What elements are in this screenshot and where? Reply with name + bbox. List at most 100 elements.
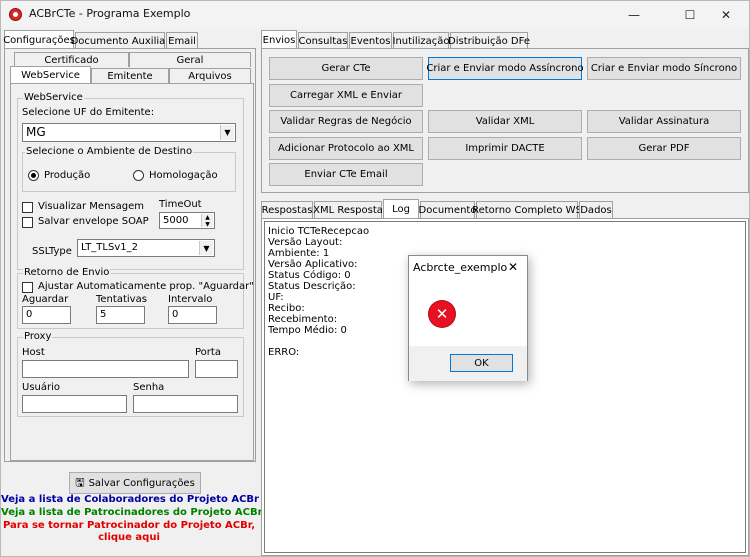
usuario-label: Usuário (22, 382, 61, 393)
log-line: Status Descrição: (268, 281, 356, 292)
timeout-input[interactable]: 5000 ▲ ▼ (159, 212, 215, 229)
ajustar-label: Ajustar Automaticamente prop. "Aguardar" (38, 281, 254, 292)
tab-eventos[interactable]: Eventos (349, 32, 392, 49)
patrocinadores-link[interactable]: Veja a lista de Patrocinadores do Projet… (1, 507, 263, 518)
tornar-patrocinador-link[interactable]: Para se tornar Patrocinador do Projeto A… (1, 520, 257, 531)
carregar-xml-enviar-button[interactable]: Carregar XML e Enviar (269, 84, 423, 107)
log-line: Versão Layout: (268, 237, 343, 248)
log-line: Status Código: 0 (268, 270, 351, 281)
main-window: ACBrCTe - Programa Exemplo — ☐ ✕ Configu… (0, 0, 750, 557)
minimize-button[interactable]: — (611, 1, 657, 28)
tab-geral[interactable]: Geral (129, 52, 251, 67)
adicionar-protocolo-button[interactable]: Adicionar Protocolo ao XML (269, 137, 423, 160)
timeout-spinner[interactable]: ▲ ▼ (201, 214, 213, 228)
tab-documento[interactable]: Documento (419, 201, 476, 218)
ssltype-select[interactable]: LT_TLSv1_2 ▼ (77, 239, 215, 257)
tentativas-input[interactable]: 5 (96, 306, 145, 324)
retorno-legend: Retorno de Envio (23, 267, 111, 278)
timeout-value: 5000 (163, 215, 189, 226)
webservice-legend: WebService (23, 92, 84, 103)
save-icon: 🖫 (75, 475, 85, 489)
app-icon (9, 8, 22, 21)
gerar-cte-button[interactable]: Gerar CTe (269, 57, 423, 80)
colaboradores-link[interactable]: Veja a lista de Colaboradores do Projeto… (1, 494, 259, 505)
tentativas-label: Tentativas (96, 294, 147, 305)
log-line: Tempo Médio: 0 (268, 325, 347, 336)
tab-arquivos[interactable]: Arquivos (169, 68, 251, 83)
clique-aqui-link[interactable]: clique aqui (1, 532, 257, 543)
salvar-configuracoes-label: Salvar Configurações (88, 477, 195, 489)
envios-panel: Gerar CTe Criar e Enviar modo Assíncrono… (261, 48, 749, 193)
usuario-input[interactable] (22, 395, 127, 413)
host-input[interactable] (22, 360, 189, 378)
salvar-envelope-label: Salvar envelope SOAP (38, 216, 149, 227)
tab-dados[interactable]: Dados (579, 201, 613, 218)
senha-input[interactable] (133, 395, 238, 413)
aguardar-input[interactable]: 0 (22, 306, 71, 324)
validar-assinatura-button[interactable]: Validar Assinatura (587, 110, 741, 133)
criar-enviar-sincrono-button[interactable]: Criar e Enviar modo Síncrono (587, 57, 741, 80)
tab-respostas[interactable]: Respostas (261, 201, 313, 218)
tab-webservice[interactable]: WebService (10, 66, 91, 83)
visualizar-mensagem-label: Visualizar Mensagem (38, 201, 144, 212)
uf-label: Selecione UF do Emitente: (22, 107, 155, 118)
tab-certificado[interactable]: Certificado (14, 52, 129, 67)
criar-enviar-assincrono-button[interactable]: Criar e Enviar modo Assíncrono (426, 57, 584, 80)
tab-retorno-completo-ws[interactable]: Retorno Completo WS (472, 201, 582, 218)
tab-inutilizacao[interactable]: Inutilização (393, 32, 450, 49)
imprimir-dacte-button[interactable]: Imprimir DACTE (428, 137, 582, 160)
enviar-cte-email-button[interactable]: Enviar CTe Email (269, 163, 423, 186)
log-line: Inicio TCTeRecepcao (268, 226, 370, 237)
log-line: UF: (268, 292, 284, 303)
tab-consultas[interactable]: Consultas (298, 32, 348, 49)
ssltype-label: SSLType (32, 246, 72, 257)
log-line: Versão Aplicativo: (268, 259, 358, 270)
close-button[interactable]: ✕ (703, 1, 749, 28)
tab-email[interactable]: Email (166, 32, 198, 49)
dialog-title: Acbrcte_exemplo (413, 261, 508, 274)
porta-input[interactable] (195, 360, 238, 378)
title-bar: ACBrCTe - Programa Exemplo — ☐ ✕ (1, 1, 749, 28)
error-icon: ✕ (429, 301, 455, 327)
tab-envios[interactable]: Envios (261, 30, 297, 49)
tab-distribuicao-dfe[interactable]: Distribuição DFe (448, 32, 530, 49)
webservice-group: WebService Selecione UF do Emitente: MG … (17, 92, 244, 270)
dialog-close-button[interactable]: ✕ (508, 260, 518, 274)
intervalo-label: Intervalo (168, 294, 213, 305)
uf-value: MG (26, 125, 46, 139)
producao-label: Produção (44, 170, 91, 181)
chevron-down-icon[interactable]: ▼ (199, 241, 213, 255)
log-text: Inicio TCTeRecepcao Versão Layout: Ambie… (268, 226, 369, 358)
ambiente-legend: Selecione o Ambiente de Destino (25, 146, 194, 157)
tab-emitente[interactable]: Emitente (91, 68, 169, 83)
validar-regras-button[interactable]: Validar Regras de Negócio (269, 110, 423, 133)
tab-configuracoes[interactable]: Configurações (3, 30, 75, 49)
ambiente-group: Selecione o Ambiente de Destino Produção… (22, 146, 236, 192)
tab-xml-resposta[interactable]: XML Resposta (313, 201, 383, 218)
ssltype-value: LT_TLSv1_2 (81, 242, 138, 253)
validar-xml-button[interactable]: Validar XML (428, 110, 582, 133)
configuracoes-panel: Certificado Geral WebService Emitente Ar… (4, 48, 256, 462)
window-title: ACBrCTe - Programa Exemplo (29, 7, 191, 20)
producao-radio[interactable] (28, 170, 39, 181)
aguardar-label: Aguardar (22, 294, 69, 305)
tab-documento-auxiliar[interactable]: Documento Auxiliar (71, 32, 169, 49)
visualizar-mensagem-checkbox[interactable] (22, 202, 33, 213)
tab-log[interactable]: Log (383, 199, 419, 218)
proxy-group: Proxy Host Porta Usuário Senha (17, 331, 244, 417)
result-tab-strip: Respostas XML Resposta Log Documento Ret… (261, 199, 749, 219)
homologacao-radio[interactable] (133, 170, 144, 181)
timeout-label: TimeOut (159, 199, 202, 210)
proxy-legend: Proxy (23, 331, 53, 342)
host-label: Host (22, 347, 45, 358)
intervalo-input[interactable]: 0 (168, 306, 217, 324)
uf-select[interactable]: MG ▼ (22, 123, 236, 142)
homologacao-label: Homologação (149, 170, 218, 181)
salvar-envelope-checkbox[interactable] (22, 217, 33, 228)
ajustar-checkbox[interactable] (22, 282, 33, 293)
chevron-down-icon[interactable]: ▼ (220, 125, 234, 140)
salvar-configuracoes-button[interactable]: 🖫 Salvar Configurações (69, 472, 201, 494)
ok-button[interactable]: OK (450, 354, 513, 372)
gerar-pdf-button[interactable]: Gerar PDF (587, 137, 741, 160)
